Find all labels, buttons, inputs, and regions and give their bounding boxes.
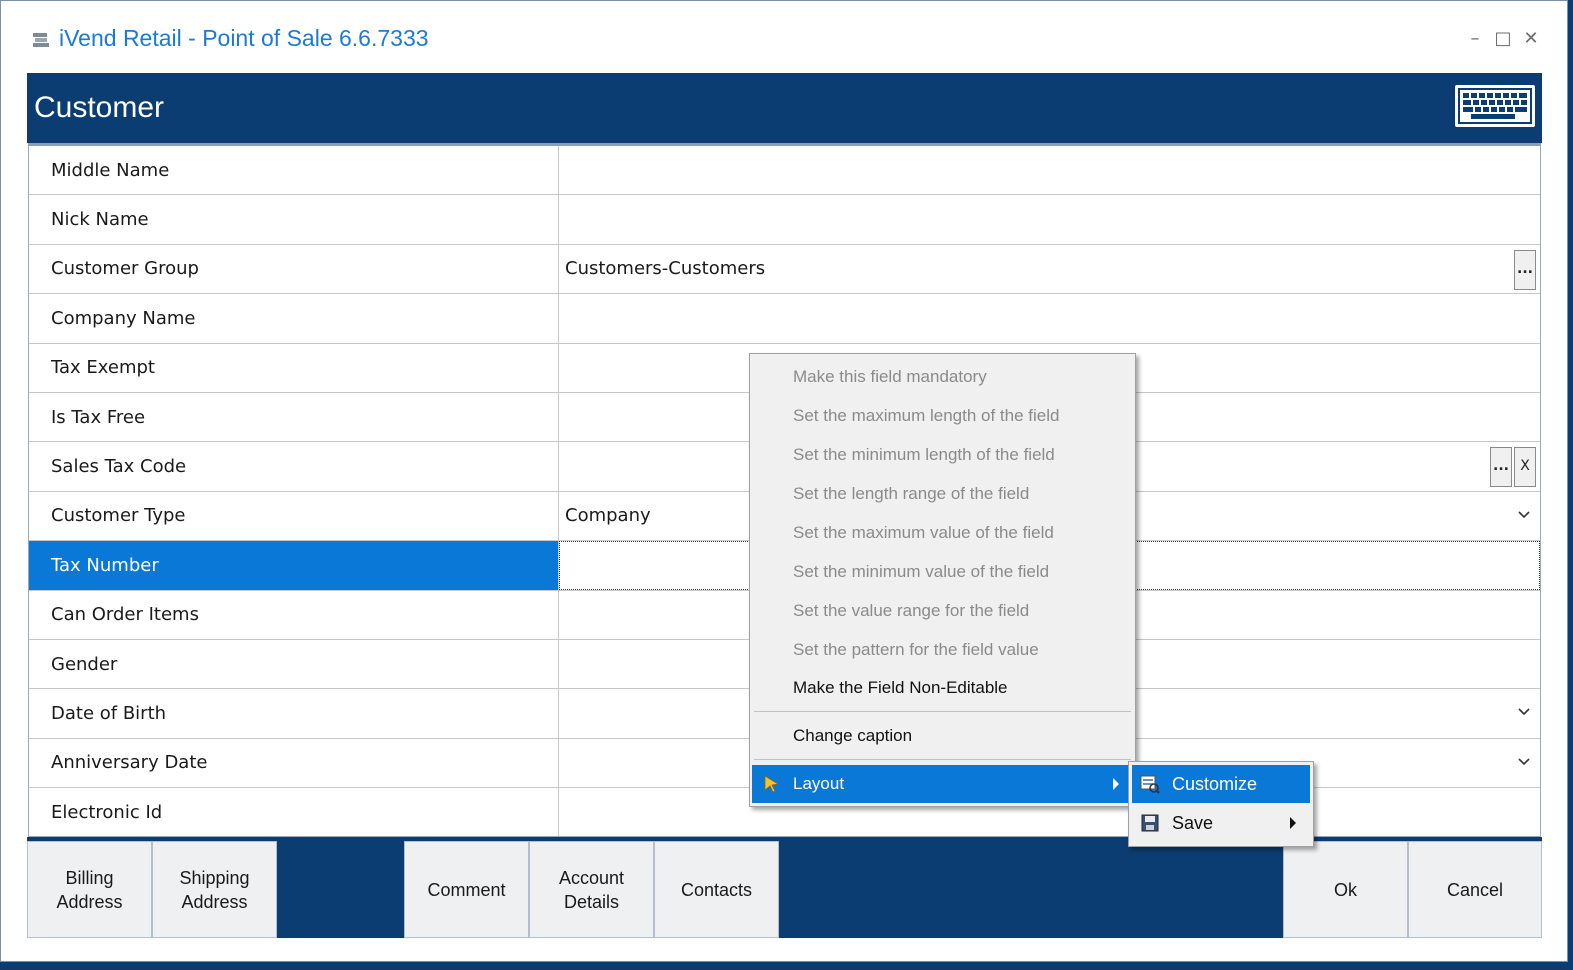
menu-item-layout[interactable]: Layout	[752, 765, 1133, 803]
field-row-customer-group[interactable]: Customer Group Customers-Customers ...	[29, 244, 1540, 295]
menu-separator	[754, 759, 1131, 760]
menu-separator	[754, 711, 1131, 712]
ok-button[interactable]: Ok	[1283, 841, 1408, 938]
keyboard-icon	[1458, 88, 1532, 124]
window-title: iVend Retail - Point of Sale 6.6.7333	[59, 25, 429, 51]
submenu-item-customize[interactable]: Customize	[1132, 765, 1310, 803]
chevron-right-icon	[1113, 778, 1119, 790]
field-row-company-name[interactable]: Company Name	[29, 294, 1540, 344]
field-label: Company Name	[29, 294, 559, 343]
sales-tax-code-clear-button[interactable]: X	[1514, 447, 1536, 488]
app-icon	[33, 33, 49, 47]
page-title: Customer	[34, 91, 165, 124]
field-label: Tax Number	[29, 541, 559, 590]
maximize-icon[interactable]: □	[1491, 27, 1515, 51]
button-label-line: Address	[181, 891, 248, 912]
menu-item-value-range[interactable]: Set the value range for the field	[752, 592, 1133, 630]
field-label: Customer Group	[29, 244, 559, 294]
chevron-down-icon[interactable]	[1516, 506, 1532, 522]
status-strip	[0, 962, 1573, 970]
menu-item-make-mandatory[interactable]: Make this field mandatory	[752, 358, 1133, 396]
field-label: Customer Type	[29, 491, 559, 541]
menu-item-non-editable[interactable]: Make the Field Non-Editable	[752, 669, 1133, 707]
field-label: Nick Name	[29, 195, 559, 244]
customer-group-browse-button[interactable]: ...	[1514, 249, 1536, 290]
button-label-line: Billing	[65, 867, 114, 888]
contacts-button[interactable]: Contacts	[654, 841, 779, 938]
menu-item-label: Layout	[793, 774, 845, 793]
keyboard-button[interactable]	[1455, 85, 1535, 127]
field-label: Gender	[29, 640, 559, 689]
field-label: Date of Birth	[29, 689, 559, 738]
field-label: Electronic Id	[29, 788, 559, 836]
submenu-item-label: Save	[1172, 812, 1214, 833]
customer-group-input[interactable]: Customers-Customers	[559, 245, 1540, 293]
field-label: Sales Tax Code	[29, 442, 559, 491]
bottom-action-bar: Billing Address Shipping Address Comment A…	[27, 837, 1542, 938]
menu-item-length-range[interactable]: Set the length range of the field	[752, 475, 1133, 513]
company-name-input[interactable]	[559, 294, 1540, 342]
layout-icon	[764, 775, 780, 793]
field-context-menu: Make this field mandatory Set the maximu…	[749, 353, 1136, 807]
button-label-line: Address	[56, 891, 123, 912]
field-label: Anniversary Date	[29, 738, 559, 788]
field-row-middle-name[interactable]: Middle Name	[29, 146, 1540, 196]
chevron-down-icon[interactable]	[1516, 753, 1532, 769]
menu-item-max-length[interactable]: Set the maximum length of the field	[752, 397, 1133, 435]
field-label: Tax Exempt	[29, 343, 559, 392]
menu-item-min-length[interactable]: Set the minimum length of the field	[752, 436, 1133, 474]
menu-item-pattern[interactable]: Set the pattern for the field value	[752, 631, 1133, 669]
billing-address-button[interactable]: Billing Address	[27, 841, 152, 938]
close-icon[interactable]: ✕	[1519, 27, 1543, 51]
field-label: Is Tax Free	[29, 393, 559, 442]
page-header: Customer	[27, 73, 1542, 143]
chevron-down-icon[interactable]	[1516, 703, 1532, 719]
account-details-button[interactable]: Account Details	[529, 841, 654, 938]
cancel-button[interactable]: Cancel	[1408, 841, 1542, 938]
comment-button[interactable]: Comment	[404, 841, 529, 938]
minimize-icon[interactable]: –	[1463, 27, 1487, 51]
submenu-item-save[interactable]: Save	[1132, 804, 1310, 842]
menu-item-change-caption[interactable]: Change caption	[752, 717, 1133, 755]
layout-submenu: Customize Save	[1128, 761, 1314, 847]
button-label-line: Account	[558, 867, 625, 888]
middle-name-input[interactable]	[559, 146, 1540, 194]
save-icon	[1141, 814, 1159, 832]
nick-name-input[interactable]	[559, 195, 1540, 243]
field-row-nick-name[interactable]: Nick Name	[29, 195, 1540, 245]
submenu-item-label: Customize	[1172, 773, 1258, 794]
button-label-line: Details	[563, 891, 619, 912]
shipping-address-button[interactable]: Shipping Address	[152, 841, 277, 938]
chevron-right-icon	[1290, 817, 1296, 829]
field-label: Can Order Items	[29, 590, 559, 639]
customize-icon	[1140, 775, 1160, 794]
field-label: Middle Name	[29, 146, 559, 195]
button-label-line: Shipping	[179, 867, 250, 888]
title-bar: iVend Retail - Point of Sale 6.6.7333 – …	[1, 1, 1567, 73]
menu-item-max-value[interactable]: Set the maximum value of the field	[752, 514, 1133, 552]
menu-item-min-value[interactable]: Set the minimum value of the field	[752, 553, 1133, 591]
sales-tax-code-browse-button[interactable]: ...	[1490, 447, 1512, 488]
